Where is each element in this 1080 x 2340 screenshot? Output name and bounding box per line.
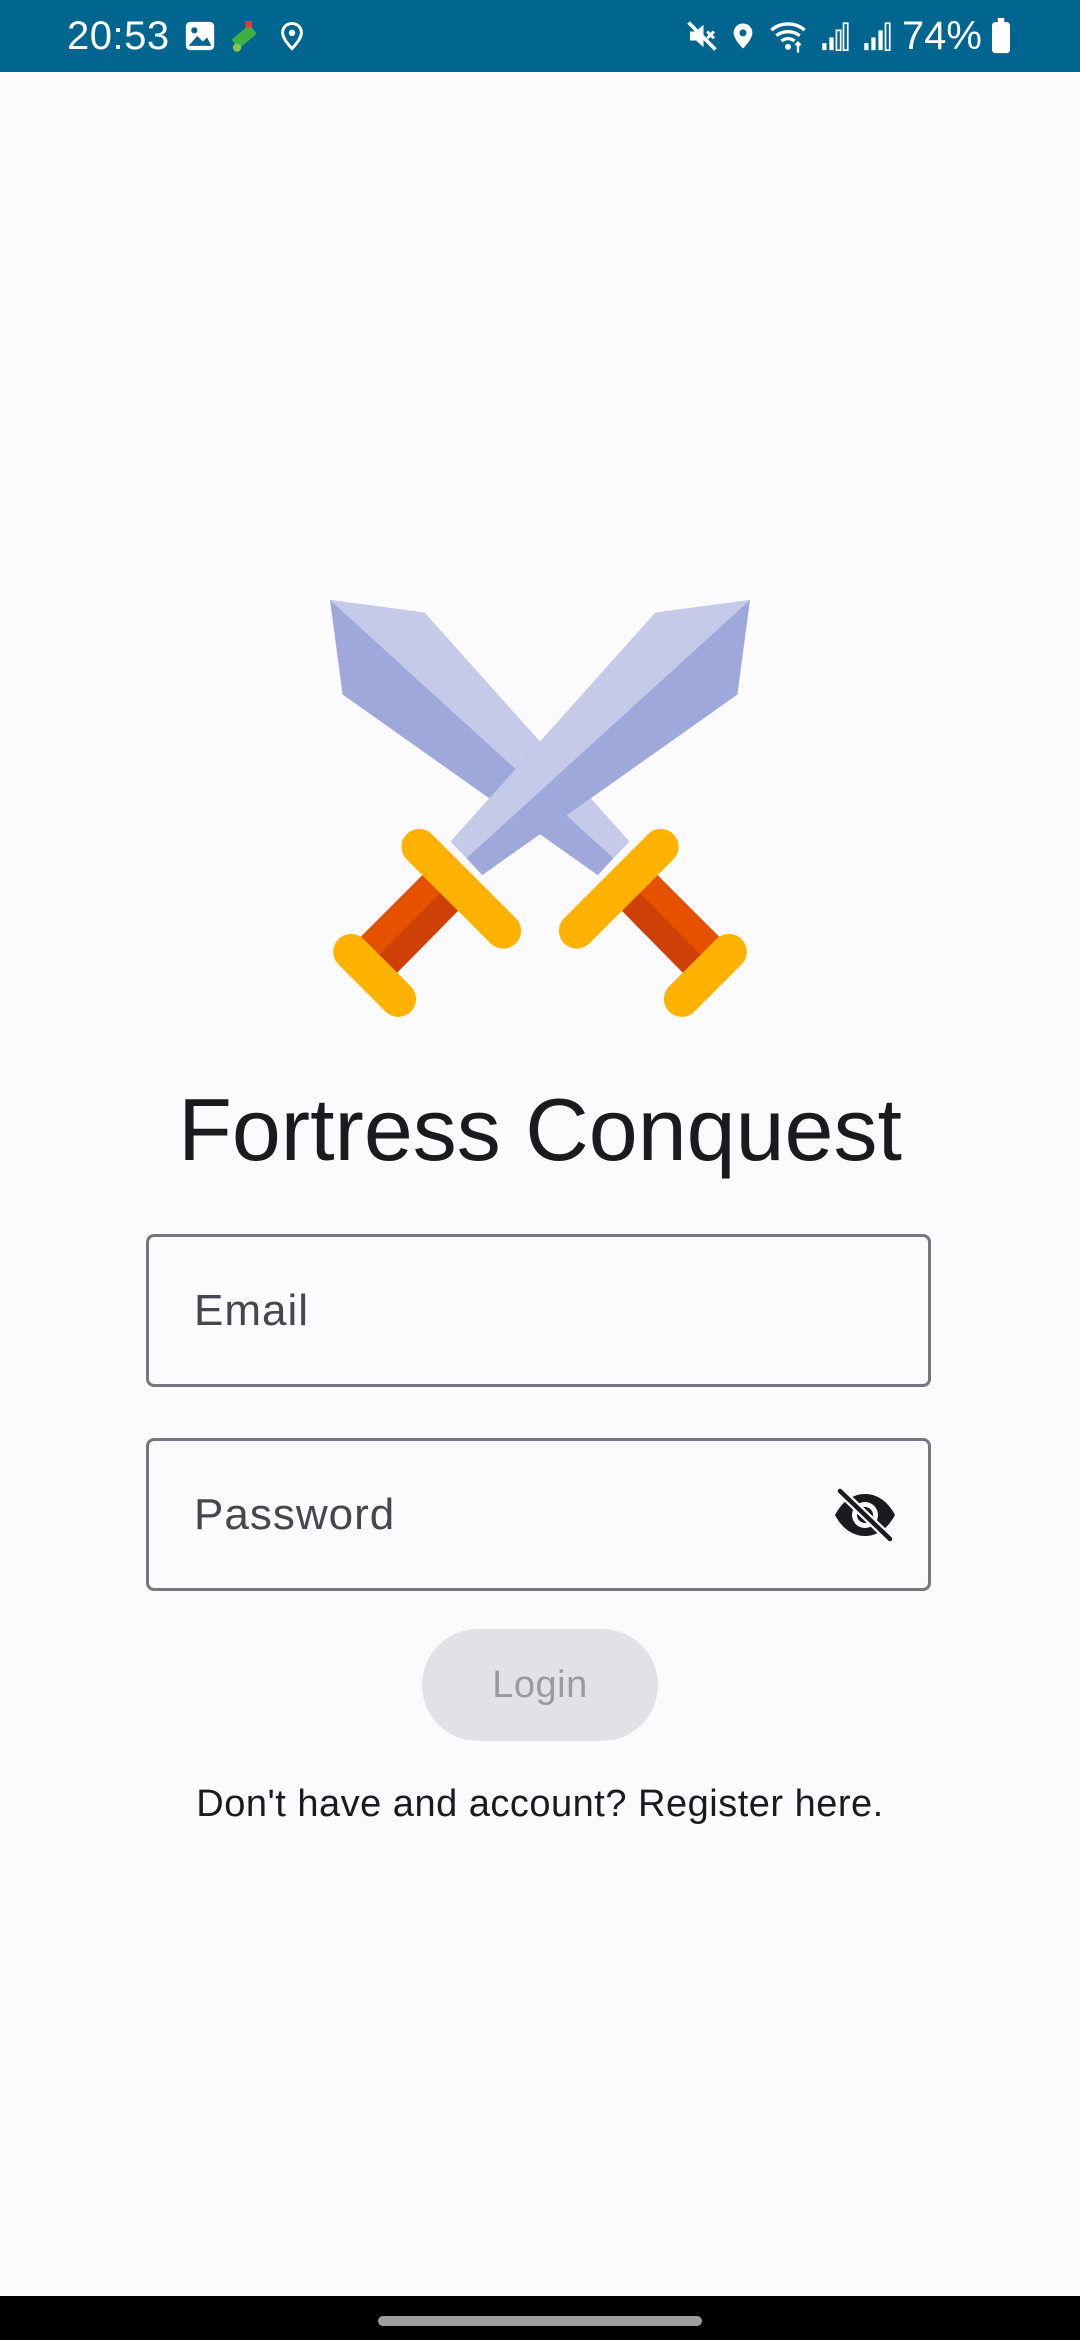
- battery-icon: [992, 18, 1010, 54]
- status-left-icons: [183, 16, 307, 56]
- location-icon: [733, 23, 753, 49]
- signal-icon: [822, 22, 849, 52]
- signal-icon: [864, 22, 891, 52]
- location-icon: [281, 21, 303, 51]
- password-field[interactable]: Password: [146, 1438, 931, 1591]
- email-field[interactable]: Email: [146, 1234, 931, 1387]
- register-link[interactable]: Don't have and account? Register here.: [0, 1776, 1080, 1832]
- wifi-icon: [770, 22, 806, 53]
- battery-percentage: 74%: [901, 14, 982, 58]
- visibility-off-icon[interactable]: [832, 1488, 898, 1542]
- crossed-swords-icon: [330, 600, 750, 1017]
- app-notification-icon: [232, 21, 257, 52]
- login-screen: 20:53 74% Fortress Conquest Email Passwo…: [0, 0, 1080, 2340]
- login-button[interactable]: Login: [422, 1629, 658, 1741]
- status-time: 20:53: [67, 14, 170, 58]
- home-gesture-handle[interactable]: [378, 2316, 702, 2326]
- status-bar: 20:53 74%: [0, 0, 1080, 72]
- status-right-icons: 74%: [684, 12, 1012, 60]
- password-placeholder: Password: [194, 1490, 396, 1539]
- email-placeholder: Email: [194, 1286, 310, 1335]
- gallery-icon: [185, 21, 215, 51]
- navigation-bar: [0, 2296, 1080, 2340]
- app-title: Fortress Conquest: [178, 1080, 902, 1179]
- mute-icon: [687, 21, 717, 51]
